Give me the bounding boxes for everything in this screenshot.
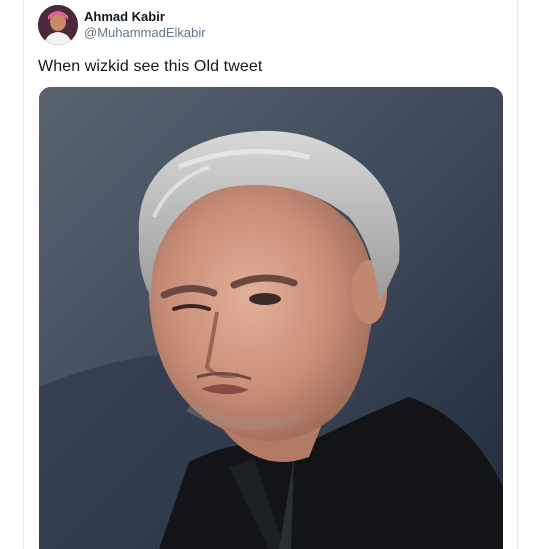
- timeline-border-right: [517, 0, 518, 549]
- avatar[interactable]: [38, 5, 78, 45]
- tweet-photo[interactable]: [39, 87, 503, 549]
- tweet-screenshot: Ahmad Kabir @MuhammadElkabir When wizkid…: [0, 0, 541, 549]
- author-handle[interactable]: @MuhammadElkabir: [84, 25, 206, 41]
- author-display-name[interactable]: Ahmad Kabir: [84, 9, 206, 25]
- tweet-header: Ahmad Kabir @MuhammadElkabir: [38, 5, 206, 45]
- tweet-text: When wizkid see this Old tweet: [38, 58, 263, 75]
- author-block: Ahmad Kabir @MuhammadElkabir: [84, 9, 206, 42]
- tweet-card[interactable]: Ahmad Kabir @MuhammadElkabir When wizkid…: [24, 0, 517, 549]
